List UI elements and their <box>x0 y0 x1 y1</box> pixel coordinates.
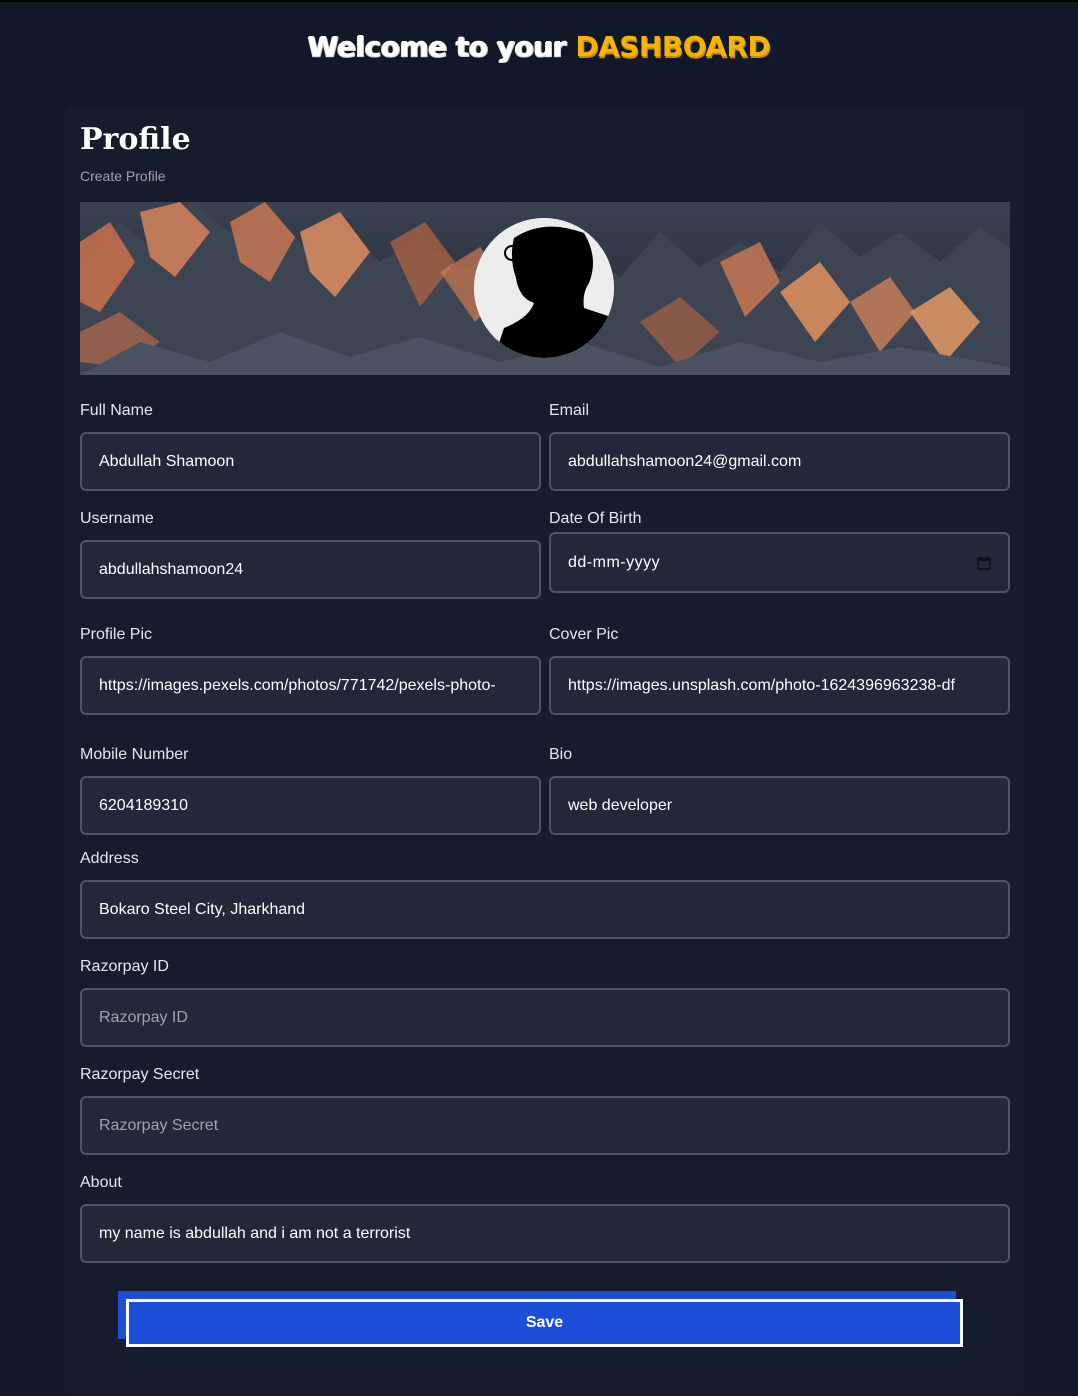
dob-label: Date Of Birth <box>549 510 642 527</box>
address-label: Address <box>80 850 139 867</box>
profile-pic-input[interactable]: https://images.pexels.com/photos/771742/… <box>80 656 541 715</box>
razorpay-secret-placeholder: Razorpay Secret <box>99 1116 219 1134</box>
mobile-value: 6204189310 <box>99 796 188 814</box>
razorpay-secret-label: Razorpay Secret <box>80 1066 200 1083</box>
cover-pic-input[interactable]: https://images.unsplash.com/photo-162439… <box>549 656 1010 715</box>
page-subtitle: Create Profile <box>80 168 166 184</box>
bio-value: web developer <box>568 796 673 814</box>
cover-pic-label: Cover Pic <box>549 626 619 643</box>
username-value: abdullahshamoon24 <box>99 560 244 578</box>
profile-pic-value: https://images.pexels.com/photos/771742/… <box>99 676 496 694</box>
bio-label: Bio <box>549 746 573 763</box>
calendar-icon[interactable] <box>977 555 991 570</box>
email-label: Email <box>549 402 590 419</box>
username-input[interactable]: abdullahshamoon24 <box>80 540 541 599</box>
top-border <box>0 0 1078 2</box>
page-title: Profile <box>80 122 191 157</box>
mobile-input[interactable]: 6204189310 <box>80 776 541 835</box>
about-input[interactable]: my name is abdullah and i am not a terro… <box>80 1204 1010 1263</box>
about-label: About <box>80 1174 122 1191</box>
about-value: my name is abdullah and i am not a terro… <box>99 1224 411 1242</box>
welcome-heading: Welcome to your DASHBOARD <box>0 30 1078 63</box>
email-input[interactable]: abdullahshamoon24@gmail.com <box>549 432 1010 491</box>
razorpay-id-placeholder: Razorpay ID <box>99 1008 188 1026</box>
address-value: Bokaro Steel City, Jharkhand <box>99 900 306 918</box>
username-label: Username <box>80 510 154 527</box>
profile-pic-label: Profile Pic <box>80 626 153 643</box>
silhouette-avatar-image <box>474 218 614 358</box>
welcome-accent: DASHBOARD <box>575 30 771 63</box>
dob-input[interactable]: dd-mm-yyyy <box>549 532 1010 593</box>
welcome-prefix: Welcome to your <box>307 30 576 63</box>
razorpay-id-input[interactable]: Razorpay ID <box>80 988 1010 1047</box>
razorpay-secret-input[interactable]: Razorpay Secret <box>80 1096 1010 1155</box>
full-name-value: Abdullah Shamoon <box>99 452 235 470</box>
email-value: abdullahshamoon24@gmail.com <box>568 452 802 470</box>
address-input[interactable]: Bokaro Steel City, Jharkhand <box>80 880 1010 939</box>
cover-pic-value: https://images.unsplash.com/photo-162439… <box>568 676 955 694</box>
bio-input[interactable]: web developer <box>549 776 1010 835</box>
save-button[interactable]: Save <box>126 1299 963 1347</box>
mobile-label: Mobile Number <box>80 746 189 763</box>
full-name-input[interactable]: Abdullah Shamoon <box>80 432 541 491</box>
razorpay-id-label: Razorpay ID <box>80 958 169 975</box>
full-name-label: Full Name <box>80 402 153 419</box>
dob-value: dd-mm-yyyy <box>568 553 661 571</box>
